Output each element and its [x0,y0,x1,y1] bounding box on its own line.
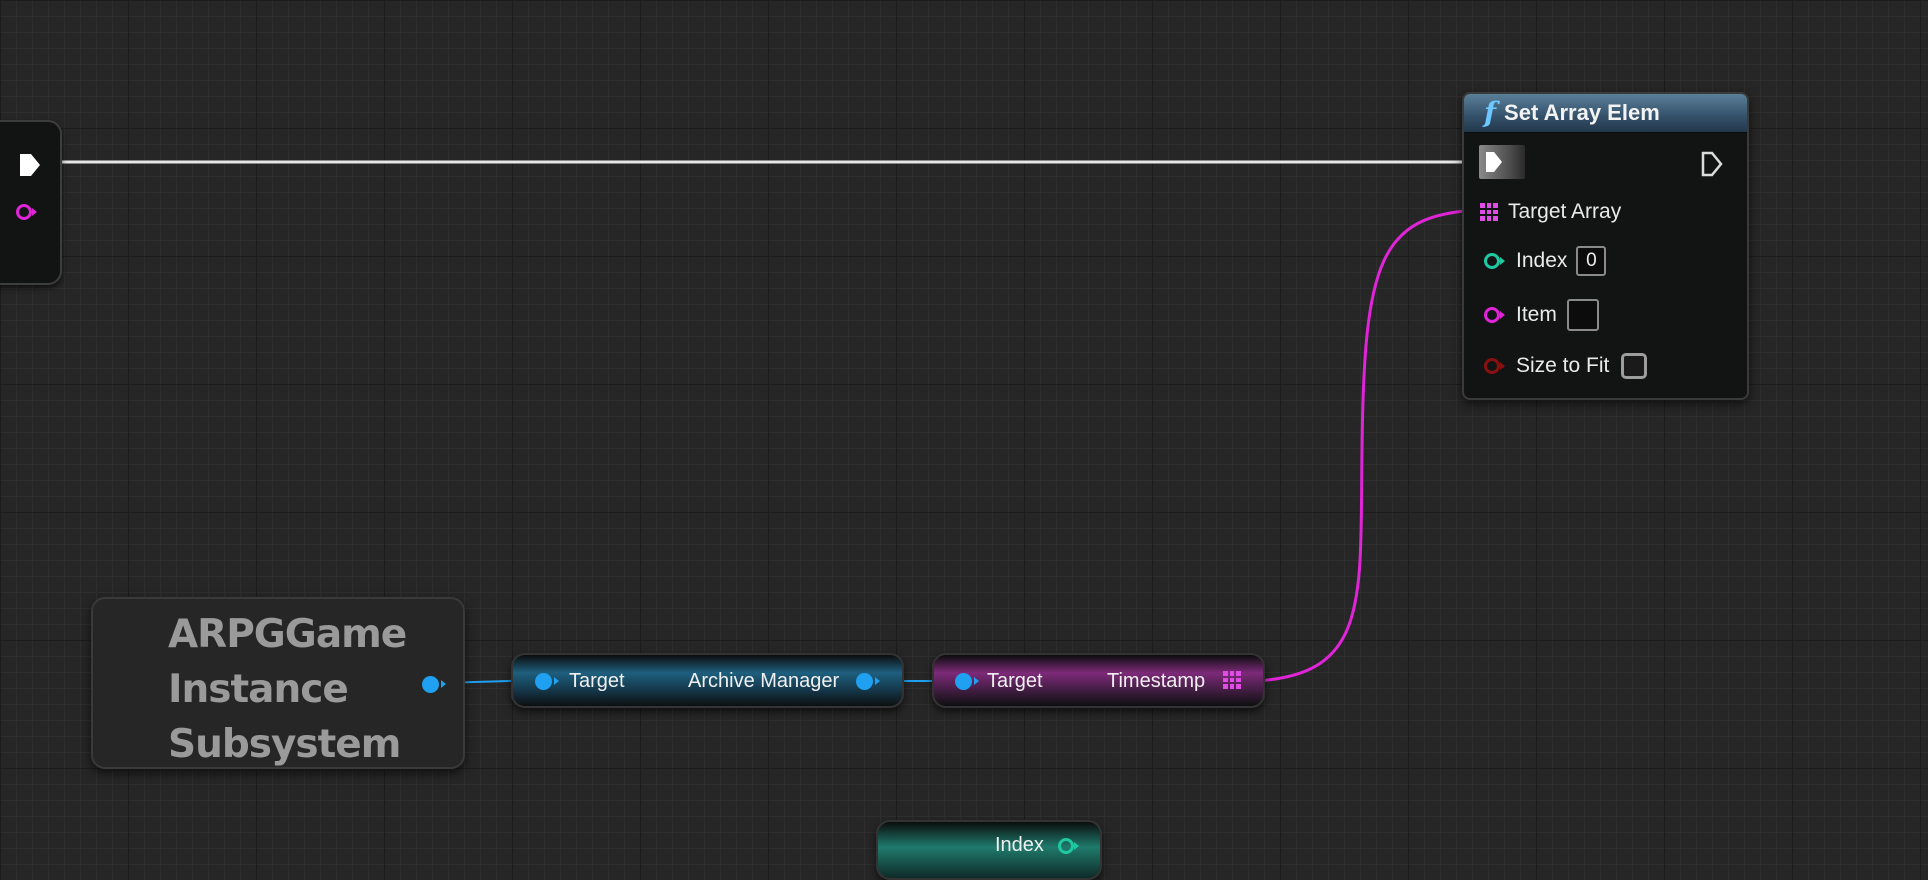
exec-out-pin-icon[interactable] [18,152,42,178]
timestamp-output-label: Timestamp [1107,670,1206,692]
size-to-fit-pin-icon[interactable] [1484,358,1505,374]
timestamp-to-target-array-wire[interactable] [1254,208,1479,683]
exec-in-arrow-icon [1486,152,1502,172]
timestamp-target-pin-icon[interactable] [955,673,979,690]
timestamp-target-label: Target [987,670,1043,692]
exec-out-pin-icon[interactable] [1701,151,1723,177]
size-to-fit-checkbox[interactable] [1621,353,1648,379]
subsystem-title-line2: Instance [168,667,349,712]
archive-output-pin-icon[interactable] [856,673,880,690]
index-label: Index [1516,249,1568,272]
index-pin-icon[interactable] [1484,253,1505,269]
archive-output-label: Archive Manager [688,670,840,692]
size-to-fit-label: Size to Fit [1516,354,1610,377]
node-title: Set Array Elem [1504,100,1660,125]
bottom-node-pin-icon[interactable] [1058,838,1079,854]
bottom-node-label: Index [995,834,1044,856]
target-array-label: Target Array [1508,200,1622,223]
exec-in-pin[interactable] [1479,145,1525,179]
game-instance-subsystem-node[interactable]: ARPGGame Instance Subsystem [91,597,465,769]
item-value-field[interactable] [1566,299,1599,331]
item-label: Item [1516,303,1557,326]
subsystem-title-line1: ARPGGame [168,612,407,657]
subsystem-output-pin-icon[interactable] [422,676,446,693]
timestamp-array-grid-icon[interactable] [1223,671,1241,689]
set-array-elem-node[interactable]: f Set Array Elem Target Array Index 0 It… [1462,92,1749,400]
index-pin-row[interactable]: Index 0 [1484,246,1607,276]
archive-target-pin-icon[interactable] [535,673,559,690]
index-value-field[interactable]: 0 [1576,246,1607,276]
archive-target-label: Target [569,670,625,692]
left-partial-node[interactable] [0,120,62,285]
subsystem-title: ARPGGame Instance Subsystem [168,607,407,772]
function-f-icon: f [1484,96,1497,129]
timestamp-node[interactable]: Target Timestamp [932,653,1265,708]
bottom-partial-node[interactable]: Index [876,820,1102,880]
size-to-fit-pin-row[interactable]: Size to Fit [1484,353,1648,379]
item-pin-row[interactable]: Item [1484,299,1599,331]
subsystem-title-line3: Subsystem [168,722,401,767]
target-array-pin-row[interactable]: Target Array [1480,200,1621,224]
node-header[interactable]: f Set Array Elem [1464,94,1747,133]
magenta-output-pin-icon[interactable] [16,204,37,220]
item-pin-icon[interactable] [1484,307,1505,323]
archive-manager-node[interactable]: Target Archive Manager [511,653,904,708]
array-grid-icon [1480,203,1498,221]
